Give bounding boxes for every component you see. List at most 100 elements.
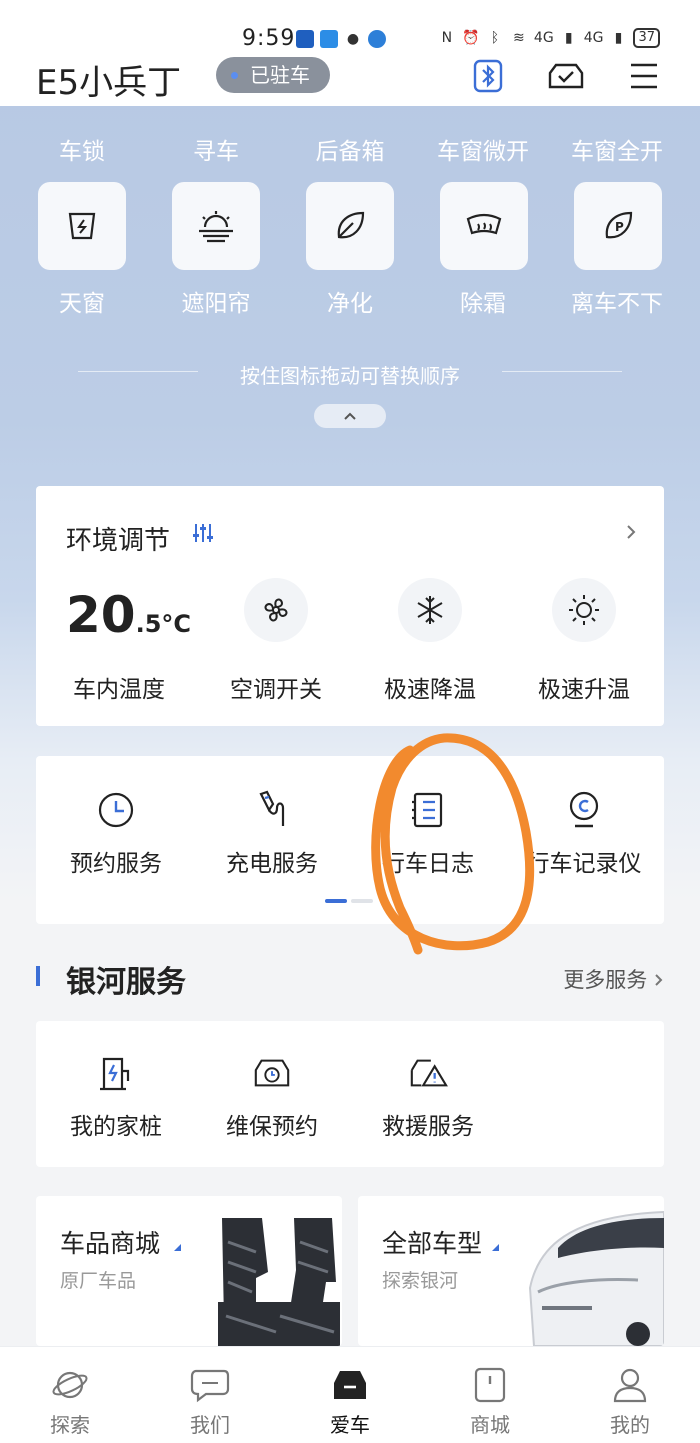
quick-control-label: 除霜 — [460, 291, 506, 317]
quick-control-label: 天窗 — [59, 291, 105, 317]
status-app-icons: ● — [296, 30, 386, 48]
defrost-button[interactable] — [440, 182, 528, 270]
nav-me[interactable]: 我的 — [560, 1347, 700, 1443]
chevron-right-icon[interactable] — [626, 524, 636, 540]
ac-toggle-label: 空调开关 — [230, 677, 322, 703]
user-icon — [610, 1365, 650, 1405]
leaf-p-icon: P — [605, 211, 633, 239]
quick-control-label: 遮阳帘 — [181, 291, 251, 317]
quick-control-label: 净化 — [327, 291, 373, 317]
annotation-circle — [371, 733, 535, 955]
planet-icon — [50, 1365, 90, 1405]
service-charging[interactable]: 充电服务 — [197, 844, 347, 878]
nav-label: 商城 — [470, 1413, 510, 1437]
status-dot-icon — [231, 72, 238, 79]
services-card: 预约服务 充电服务 行车日志 行车记录仪 — [36, 756, 664, 924]
corner-triangle-icon — [492, 1244, 499, 1251]
section-accent-bar — [36, 966, 40, 986]
leave-car-button[interactable]: P — [574, 182, 662, 270]
more-services-label: 更多服务 — [563, 968, 648, 992]
promo-card-models[interactable]: 全部车型 探索银河 — [358, 1196, 664, 1346]
climate-card: 环境调节 20.5°C 车内温度 空调开关 极速降温 极速升温 — [36, 486, 664, 726]
status-indicators: N ⏰ ᛒ ≋ 4G ▮ 4G ▮ 37 — [438, 28, 660, 48]
quick-control-label: 离车不下 — [571, 291, 663, 317]
page-dot-active — [325, 899, 347, 903]
rapid-heat-label: 极速升温 — [538, 677, 630, 703]
maintenance-icon[interactable] — [252, 1053, 292, 1093]
galaxy-home-charger[interactable]: 我的家桩 — [41, 1107, 191, 1141]
chat-bubble-icon — [190, 1365, 230, 1405]
rapid-cool-button[interactable] — [398, 578, 462, 642]
network-type-2: 4G — [583, 30, 604, 46]
nav-explore[interactable]: 探索 — [0, 1347, 140, 1443]
nav-my-car[interactable]: 爱车 — [280, 1347, 420, 1443]
nfc-icon: N — [441, 30, 453, 46]
tune-icon — [193, 524, 213, 542]
app-header: E5小兵丁 已驻车 — [0, 50, 700, 106]
app-notification-icon — [296, 30, 314, 48]
section-title: 银河服务 — [66, 965, 186, 1000]
status-time: 9:59 — [242, 26, 296, 51]
sun-icon — [569, 595, 599, 625]
sunshade-button[interactable] — [172, 182, 260, 270]
wifi-icon: ≋ — [513, 30, 525, 46]
divider — [502, 371, 622, 372]
promo-subtitle: 探索银河 — [382, 1270, 459, 1292]
alarm-icon: ⏰ — [462, 30, 480, 46]
galaxy-maintenance[interactable]: 维保预约 — [197, 1107, 347, 1141]
service-appointment[interactable]: 预约服务 — [41, 844, 191, 878]
home-charger-icon[interactable] — [96, 1053, 136, 1093]
quick-control-find-car[interactable]: 寻车 — [156, 132, 276, 166]
leaf-icon — [337, 211, 365, 239]
nav-label: 探索 — [50, 1413, 90, 1437]
nav-us[interactable]: 我们 — [140, 1347, 280, 1443]
car-name[interactable]: E5小兵丁 — [36, 55, 181, 104]
cabin-temp-label: 车内温度 — [73, 677, 165, 703]
quick-control-window-vent[interactable]: 车窗微开 — [423, 132, 543, 166]
dashcam-icon[interactable] — [564, 790, 604, 830]
galaxy-rescue[interactable]: 救援服务 — [353, 1107, 503, 1141]
floor-mat-image — [218, 1218, 340, 1346]
status-bar: 9:59 ● N ⏰ ᛒ ≋ 4G ▮ 4G ▮ 37 — [0, 0, 700, 51]
fan-icon — [264, 598, 288, 622]
rapid-cool-label: 极速降温 — [384, 677, 476, 703]
promo-card-mall[interactable]: 车品商城 原厂车品 — [36, 1196, 342, 1346]
parked-status-text: 已驻车 — [250, 63, 310, 87]
menu-icon[interactable] — [624, 56, 664, 96]
rescue-icon[interactable] — [408, 1053, 448, 1093]
quick-control-lock[interactable]: 车锁 — [22, 132, 142, 166]
temp-integer: 20 — [66, 586, 136, 644]
cabin-temperature: 20.5°C — [66, 586, 191, 644]
bluetooth-key-icon[interactable] — [468, 56, 508, 96]
promo-title: 车品商城 — [60, 1229, 161, 1258]
purify-button[interactable] — [306, 182, 394, 270]
galaxy-services-card: 我的家桩 维保预约 救援服务 — [36, 1021, 664, 1167]
clock-icon[interactable] — [96, 790, 136, 830]
signal-icon: ▮ — [564, 30, 573, 46]
climate-title[interactable]: 环境调节 — [66, 520, 170, 557]
car-status-icon[interactable] — [546, 56, 586, 96]
sunroof-button[interactable] — [38, 182, 126, 270]
car-icon — [330, 1365, 370, 1405]
parked-status-badge: 已驻车 — [216, 57, 330, 93]
defrost-icon — [466, 213, 502, 235]
collapse-button[interactable] — [314, 404, 386, 428]
quick-control-trunk[interactable]: 后备箱 — [290, 132, 410, 166]
charger-icon[interactable] — [252, 790, 292, 830]
promo-subtitle: 原厂车品 — [60, 1270, 137, 1292]
chevron-up-icon — [344, 412, 356, 420]
chevron-right-icon — [655, 974, 663, 986]
more-services-link[interactable]: 更多服务 — [563, 964, 664, 994]
temp-unit: °C — [161, 610, 192, 638]
ac-toggle-button[interactable] — [244, 578, 308, 642]
bottom-nav: 探索 我们 爱车 商城 我的 — [0, 1346, 700, 1443]
nav-label: 我们 — [190, 1413, 230, 1437]
promo-title: 全部车型 — [382, 1229, 483, 1258]
rapid-heat-button[interactable] — [552, 578, 616, 642]
nav-mall[interactable]: 商城 — [420, 1347, 560, 1443]
quick-control-window-open[interactable]: 车窗全开 — [557, 132, 677, 166]
network-type: 4G — [533, 30, 554, 46]
signal-icon-2: ▮ — [614, 30, 623, 46]
nav-label: 爱车 — [330, 1413, 370, 1437]
battery-level: 37 — [633, 28, 660, 48]
